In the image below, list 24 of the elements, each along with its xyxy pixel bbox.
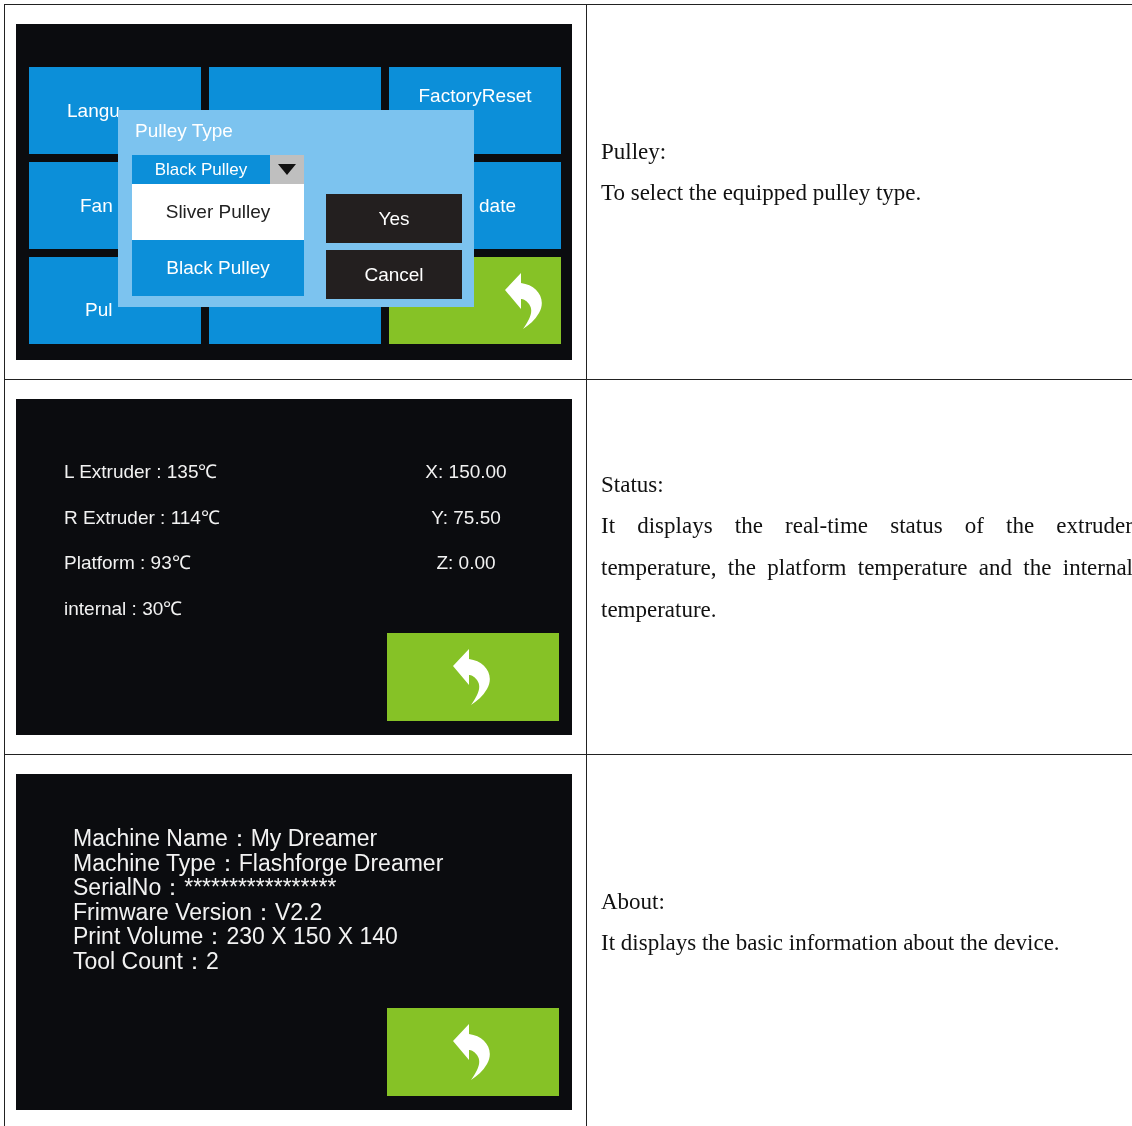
- tile-label: Fan: [80, 194, 113, 217]
- section-description: To select the equipped pulley type.: [601, 178, 923, 207]
- info-line: Machine Type：Flashforge Dreamer: [73, 850, 444, 875]
- section-heading: Pulley:: [601, 137, 668, 166]
- axis-position: X: 150.00: [425, 460, 507, 484]
- info-line: Print Volume：230 X 150 X 140: [73, 924, 399, 949]
- tile-label: Pul: [85, 298, 113, 321]
- section-description: It displays the real-time status of the extruder temperature, the platform temperature and the internal temperature.: [601, 511, 1132, 624]
- info-line: Frimware Version：V2.2: [73, 899, 324, 924]
- tile-label: date: [479, 194, 516, 217]
- status-reading: L Extruder : 135℃: [64, 460, 218, 484]
- axis-position: Z: 0.00: [436, 551, 496, 575]
- section-description: It displays the basic information about the device.: [601, 928, 1061, 957]
- info-line: SerialNo：*****************: [73, 875, 337, 900]
- status-reading: internal : 30℃: [64, 596, 183, 621]
- info-line: Machine Name：My Dreamer: [73, 826, 379, 851]
- axis-position: Y: 75.50: [431, 505, 501, 530]
- status-reading: Platform : 93℃: [64, 551, 191, 575]
- tile-label: FactoryReset: [418, 84, 532, 107]
- tile-label: Langu: [67, 99, 120, 122]
- info-line: Tool Count：2: [73, 948, 220, 973]
- section-heading: Status:: [601, 470, 665, 499]
- status-reading: R Extruder : 114℃: [64, 505, 220, 530]
- section-heading: About:: [601, 887, 666, 916]
